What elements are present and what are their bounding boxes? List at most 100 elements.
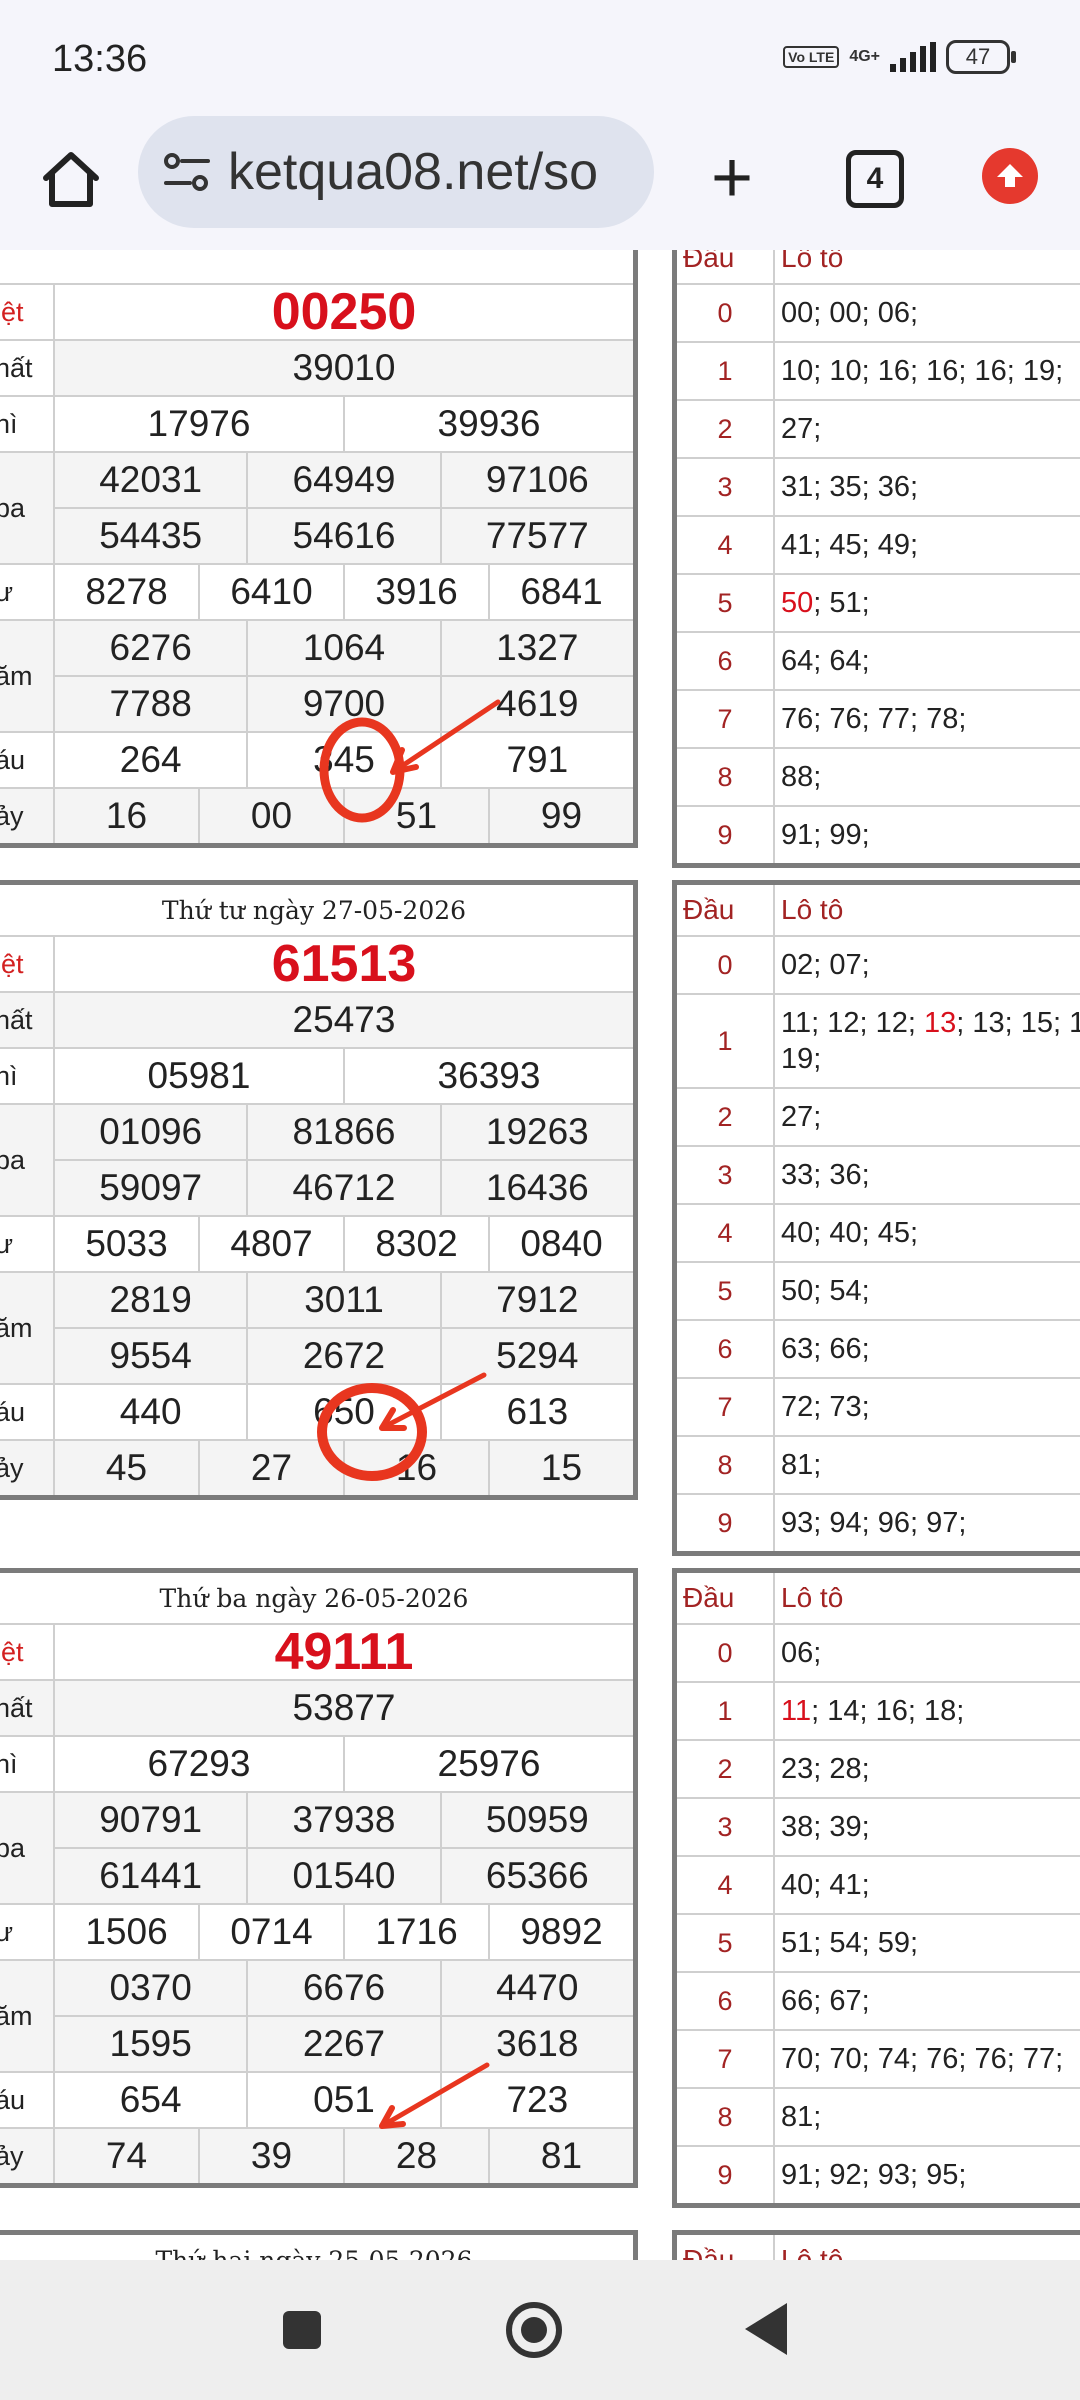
loto-values: 27; xyxy=(775,1089,827,1145)
loto-dau: 6 xyxy=(677,633,775,689)
prize-value: 39936 xyxy=(343,397,633,451)
loto-values: 50; 54; xyxy=(775,1263,876,1319)
prize-value: 64949 xyxy=(246,453,439,507)
prize-value: 01096 xyxy=(99,1111,203,1152)
loto-values: 00; 00; 06; xyxy=(775,285,924,341)
home-button[interactable] xyxy=(38,146,104,212)
loto-text: 66; 67; xyxy=(781,1985,870,2017)
prize-value: 9700 xyxy=(246,677,439,731)
loto-dau: 2 xyxy=(677,1089,775,1145)
prize-label-g7: ảy xyxy=(0,789,55,843)
loto-head-loto: Lô tô xyxy=(781,1582,844,1613)
prize-value: 0370 xyxy=(109,1967,192,2008)
prize-value: 7788 xyxy=(109,683,192,724)
prize-label-db: iệt xyxy=(0,1625,55,1679)
back-button[interactable] xyxy=(745,2303,787,2355)
loto-values: 31; 35; 36; xyxy=(775,459,924,515)
loto-text: 27; xyxy=(781,1101,822,1133)
prize-label-g1: hất xyxy=(0,341,55,395)
special-prize: 49111 xyxy=(274,1623,414,1681)
volte-icon: Vo LTE xyxy=(783,46,840,68)
loto-text: 06; xyxy=(781,1637,822,1669)
loto-head-dau: Đầu xyxy=(677,1573,775,1623)
prize-value: 1506 xyxy=(85,1911,168,1952)
loto-highlight: 11 xyxy=(781,1695,812,1727)
prize-value: 3916 xyxy=(343,565,488,619)
results-table: Thứ ba ngày 26-05-2026 iệt 49111 hất 538… xyxy=(0,1568,638,2188)
new-tab-button[interactable]: + xyxy=(702,142,762,214)
prize-value: 99 xyxy=(488,789,633,843)
tab-switcher-button[interactable]: 4 xyxy=(846,150,904,208)
prize-value: 8278 xyxy=(85,571,168,612)
loto-dau: 1 xyxy=(677,343,775,399)
loto-dau: 4 xyxy=(677,1205,775,1261)
results-table: Thứ hai ngày 25-05-2026 xyxy=(0,2230,638,2260)
browser-toolbar: ketqua08.net/so + 4 xyxy=(0,110,1080,250)
tab-count: 4 xyxy=(866,162,884,195)
prize-value: 25473 xyxy=(292,999,396,1040)
loto-table: Đầu Lô tô 0 02; 07; 1 11; 12; 12; 13; 13; 1… xyxy=(672,880,1080,1556)
prize-label-g7: ảy xyxy=(0,1441,55,1495)
loto-text: 33; 36; xyxy=(781,1159,870,1191)
prize-value: 3618 xyxy=(439,2017,633,2071)
loto-values: 11; 14; 16; 18; xyxy=(775,1683,970,1739)
loto-values: 06; xyxy=(775,1625,827,1681)
prize-value: 9554 xyxy=(109,1335,192,1376)
prize-value: 50959 xyxy=(439,1793,633,1847)
loto-values: 81; xyxy=(775,2089,827,2145)
loto-head-loto: Lô tô xyxy=(781,2244,844,2260)
prize-label-g3: ba xyxy=(0,453,55,563)
loto-values: 27; xyxy=(775,401,827,457)
prize-value: 97106 xyxy=(439,453,633,507)
loto-values: 91; 92; 93; 95; xyxy=(775,2147,972,2203)
prize-label-g4: ư xyxy=(0,1905,55,1959)
loto-dau: 7 xyxy=(677,2031,775,2087)
prize-value: 650 xyxy=(246,1385,439,1439)
url-text[interactable]: ketqua08.net/so xyxy=(228,142,598,202)
loto-values: 50; 51; xyxy=(775,575,876,631)
loto-head-loto: Lô tô xyxy=(781,894,844,925)
address-bar[interactable]: ketqua08.net/so xyxy=(138,116,654,228)
prize-value: 53877 xyxy=(292,1687,396,1728)
prize-value: 1716 xyxy=(343,1905,488,1959)
loto-values: 41; 45; 49; xyxy=(775,517,924,573)
status-bar: 13:36 Vo LTE 4G+ 47 xyxy=(0,0,1080,110)
prize-value: 28 xyxy=(343,2129,488,2183)
loto-text: 81; xyxy=(781,1449,822,1481)
prize-value: 81866 xyxy=(246,1105,439,1159)
date-heading: Thứ hai ngày 25-05-2026 xyxy=(0,2235,633,2261)
loto-text: 81; xyxy=(781,2101,822,2133)
system-home-button[interactable] xyxy=(506,2302,562,2358)
loto-dau: 6 xyxy=(677,1973,775,2029)
loto-dau: 0 xyxy=(677,937,775,993)
prize-value: 3011 xyxy=(246,1273,439,1327)
prize-label-g1: hất xyxy=(0,993,55,1047)
loto-text: 40; 41; xyxy=(781,1869,870,1901)
prize-value: 264 xyxy=(119,739,182,780)
loto-text: 23; 28; xyxy=(781,1753,870,1785)
prize-value: 051 xyxy=(246,2073,439,2127)
site-settings-icon[interactable] xyxy=(160,145,214,199)
loto-text: 27; xyxy=(781,413,822,445)
recents-button[interactable] xyxy=(283,2311,321,2349)
prize-value: 7912 xyxy=(439,1273,633,1327)
loto-dau: 9 xyxy=(677,807,775,863)
loto-text: 00; 00; 06; xyxy=(781,297,919,329)
prize-value: 37938 xyxy=(246,1793,439,1847)
loto-text: 72; 73; xyxy=(781,1391,870,1423)
results-table: Thứ tư ngày 27-05-2026 iệt 61513 hất 254… xyxy=(0,880,638,1500)
loto-text: 40; 40; 45; xyxy=(781,1217,919,1249)
loto-values: 63; 66; xyxy=(775,1321,876,1377)
prize-value: 1064 xyxy=(246,621,439,675)
web-content[interactable]: iệt 00250 hất 39010 hì 1797639936 ba 420… xyxy=(0,250,1080,2260)
loto-values: 93; 94; 96; 97; xyxy=(775,1495,972,1551)
prize-value: 74 xyxy=(105,2135,148,2176)
prize-value: 05981 xyxy=(147,1055,251,1096)
loto-text: 70; 70; 74; 76; 76; 77; xyxy=(781,2043,1064,2075)
prize-value: 81 xyxy=(488,2129,633,2183)
loto-values: 38; 39; xyxy=(775,1799,876,1855)
prize-value: 2267 xyxy=(246,2017,439,2071)
update-menu-button[interactable] xyxy=(982,148,1038,204)
prize-value: 54616 xyxy=(246,509,439,563)
prize-value: 345 xyxy=(246,733,439,787)
